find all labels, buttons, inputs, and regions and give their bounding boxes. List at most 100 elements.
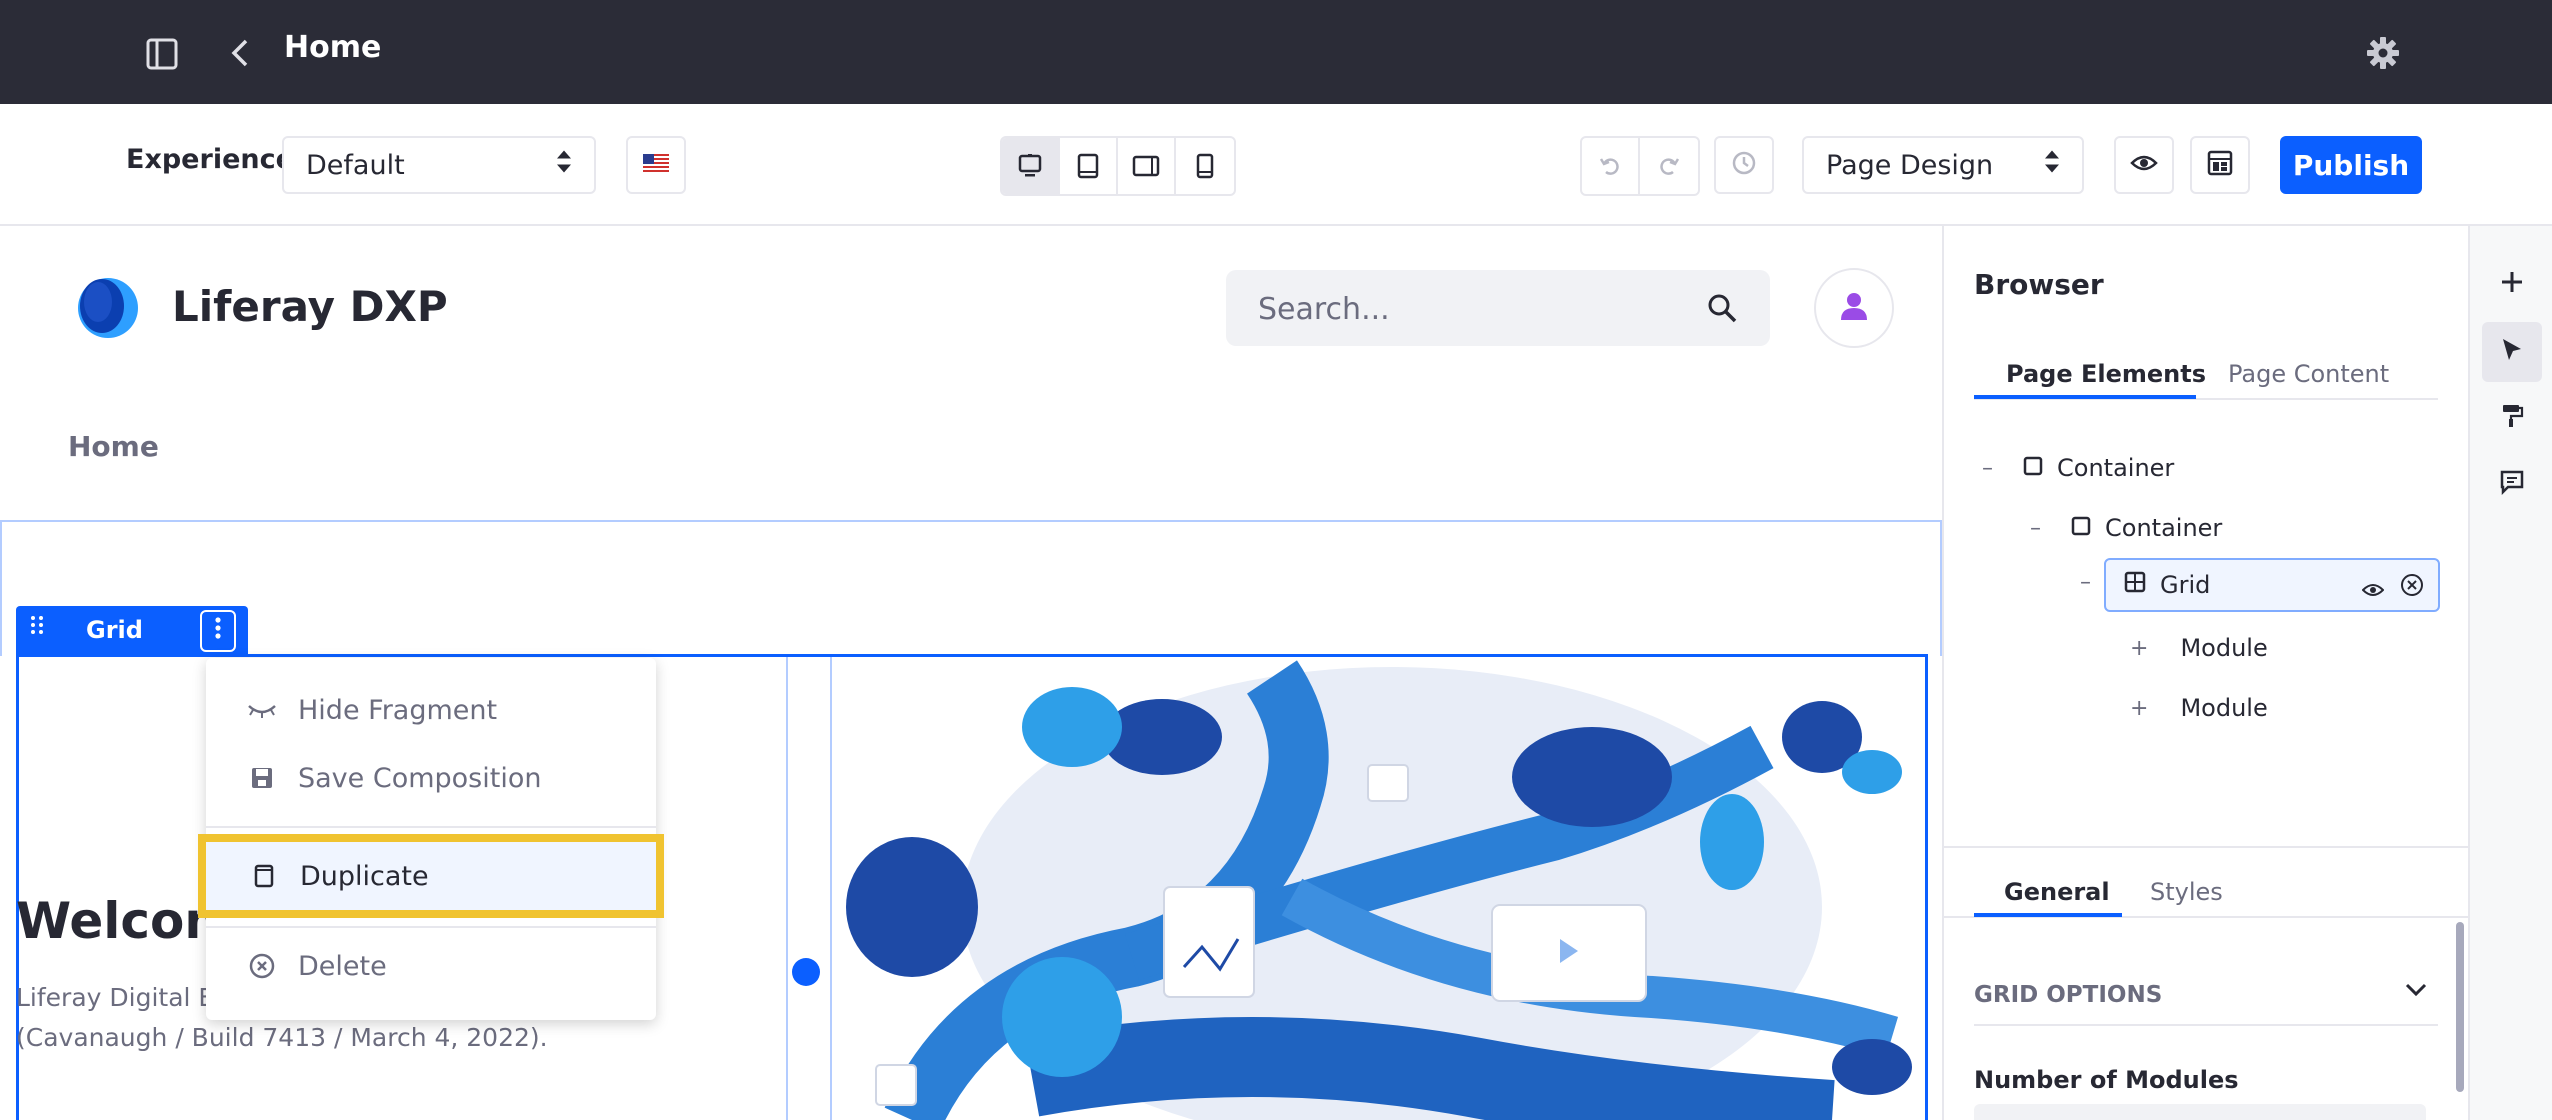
- redo-button[interactable]: [1640, 138, 1698, 194]
- active-config-tab-indicator: [1974, 913, 2122, 917]
- publish-button[interactable]: Publish: [2280, 136, 2422, 194]
- tree-item-container[interactable]: – Container: [1982, 448, 2174, 488]
- eye-icon[interactable]: [2361, 576, 2385, 604]
- paint-roller-icon: [2500, 403, 2524, 433]
- sidebar-rail: [2468, 226, 2552, 1120]
- eye-closed-icon: [244, 702, 280, 718]
- description-line-2: (Cavanaugh / Build 7413 / March 4, 2022)…: [16, 1023, 548, 1052]
- search-placeholder: Search...: [1258, 292, 1390, 327]
- grid-topper[interactable]: Grid: [16, 606, 248, 656]
- site-name[interactable]: Liferay DXP: [172, 282, 448, 331]
- desktop-view-button[interactable]: [1002, 138, 1060, 194]
- tab-page-elements[interactable]: Page Elements: [2006, 360, 2206, 388]
- duplicate-item[interactable]: Duplicate: [198, 834, 664, 918]
- description-line-1: Liferay Digital E: [16, 983, 215, 1012]
- history-button[interactable]: [1714, 136, 1774, 194]
- save-icon: [244, 766, 280, 790]
- site-search-input[interactable]: Search...: [1226, 270, 1770, 346]
- hide-fragment-label: Hide Fragment: [298, 694, 498, 726]
- page-mode-value: Page Design: [1826, 149, 1994, 181]
- expand-toggle[interactable]: +: [2130, 696, 2148, 721]
- save-composition-label: Save Composition: [298, 762, 542, 794]
- preview-button[interactable]: [2114, 136, 2174, 194]
- add-fragments-button[interactable]: [2482, 254, 2542, 314]
- landscape-view-button[interactable]: [1118, 138, 1176, 194]
- collapse-toggle[interactable]: –: [2030, 516, 2041, 541]
- user-avatar[interactable]: [1814, 268, 1894, 348]
- delete-item[interactable]: Delete: [206, 934, 656, 998]
- page-title: Home: [284, 30, 382, 65]
- user-icon: [1838, 290, 1870, 326]
- tablet-view-button[interactable]: [1060, 138, 1118, 194]
- tree-item-label: Container: [2105, 514, 2223, 542]
- select-arrows-icon: [2044, 149, 2060, 182]
- collapse-toggle[interactable]: –: [1982, 456, 1993, 481]
- comments-button[interactable]: [2482, 454, 2542, 514]
- panel-divider: [1944, 846, 2468, 848]
- tree-item-label: Container: [2057, 454, 2175, 482]
- square-icon: [2071, 514, 2091, 542]
- experience-select[interactable]: Default: [282, 136, 596, 194]
- tree-item-module[interactable]: + Module: [2130, 628, 2268, 668]
- tab-page-content[interactable]: Page Content: [2228, 360, 2389, 388]
- number-of-modules-select[interactable]: [1974, 1104, 2426, 1120]
- comment-icon: [2499, 469, 2525, 499]
- resize-handle[interactable]: [792, 958, 820, 986]
- browser-button[interactable]: [2482, 322, 2542, 382]
- undo-redo-group: [1580, 136, 1700, 196]
- field-label: Number of Modules: [1974, 1066, 2239, 1094]
- kebab-menu-icon: [215, 617, 221, 645]
- tree-item-container[interactable]: – Container: [2030, 508, 2222, 548]
- expand-toggle[interactable]: +: [2130, 636, 2148, 661]
- copy-icon: [246, 864, 282, 888]
- us-flag-icon: [643, 154, 669, 176]
- panel-title: Browser: [1974, 268, 2104, 301]
- fragment-options-menu: Hide Fragment Save Composition Duplicate…: [198, 658, 664, 1020]
- collapse-toggle[interactable]: –: [2080, 570, 2091, 595]
- times-circle-icon: [244, 953, 280, 979]
- square-icon: [2023, 454, 2043, 482]
- page-canvas: Liferay DXP Search... Home Grid Welcom L…: [0, 226, 1942, 1120]
- fragment-options-button[interactable]: [200, 610, 236, 652]
- menu-divider: [206, 826, 656, 828]
- browser-panel: Browser Page Elements Page Content – Con…: [1942, 226, 2468, 1120]
- page-mode-select[interactable]: Page Design: [1802, 136, 2084, 194]
- tree-item-label: Module: [2180, 634, 2268, 662]
- plus-icon: [2499, 269, 2525, 299]
- language-selector-button[interactable]: [626, 136, 686, 194]
- chevron-down-icon[interactable]: [2404, 982, 2428, 1002]
- experience-label: Experience: [126, 144, 294, 175]
- grid-column-gutter: [786, 657, 832, 1120]
- container-outline: [0, 520, 1942, 656]
- history-icon: [1731, 150, 1757, 180]
- portrait-view-button[interactable]: [1176, 138, 1234, 194]
- tab-general[interactable]: General: [2004, 878, 2110, 906]
- panel-scrollbar[interactable]: [2456, 922, 2464, 1092]
- cursor-icon: [2500, 337, 2524, 367]
- save-composition-item[interactable]: Save Composition: [206, 746, 656, 810]
- section-divider: [1974, 1024, 2438, 1026]
- menu-divider: [206, 926, 656, 928]
- tree-item-label: Module: [2180, 694, 2268, 722]
- nav-item-home[interactable]: Home: [68, 430, 159, 463]
- tree-item-grid[interactable]: Grid: [2104, 558, 2440, 612]
- tree-item-label: Grid: [2160, 571, 2211, 599]
- page-design-options-button[interactable]: [2482, 388, 2542, 448]
- experience-value: Default: [306, 149, 405, 181]
- eye-icon: [2130, 153, 2158, 177]
- remove-icon[interactable]: [2400, 573, 2424, 603]
- site-logo[interactable]: [68, 274, 144, 346]
- search-icon[interactable]: [1706, 292, 1738, 328]
- tab-styles[interactable]: Styles: [2150, 878, 2223, 906]
- editor-toolbar: Experience Default Page Design Publish: [0, 104, 2552, 226]
- page-structure-button[interactable]: [2190, 136, 2250, 194]
- topper-label: Grid: [86, 616, 143, 644]
- tree-item-module[interactable]: + Module: [2130, 688, 2268, 728]
- select-arrows-icon: [556, 149, 572, 182]
- drag-handle-icon[interactable]: [30, 614, 44, 642]
- grid-icon: [2124, 571, 2146, 599]
- grid-options-heading[interactable]: GRID OPTIONS: [1974, 982, 2162, 1008]
- active-tab-indicator: [1974, 395, 2196, 399]
- undo-button[interactable]: [1582, 138, 1640, 194]
- hide-fragment-item[interactable]: Hide Fragment: [206, 678, 656, 742]
